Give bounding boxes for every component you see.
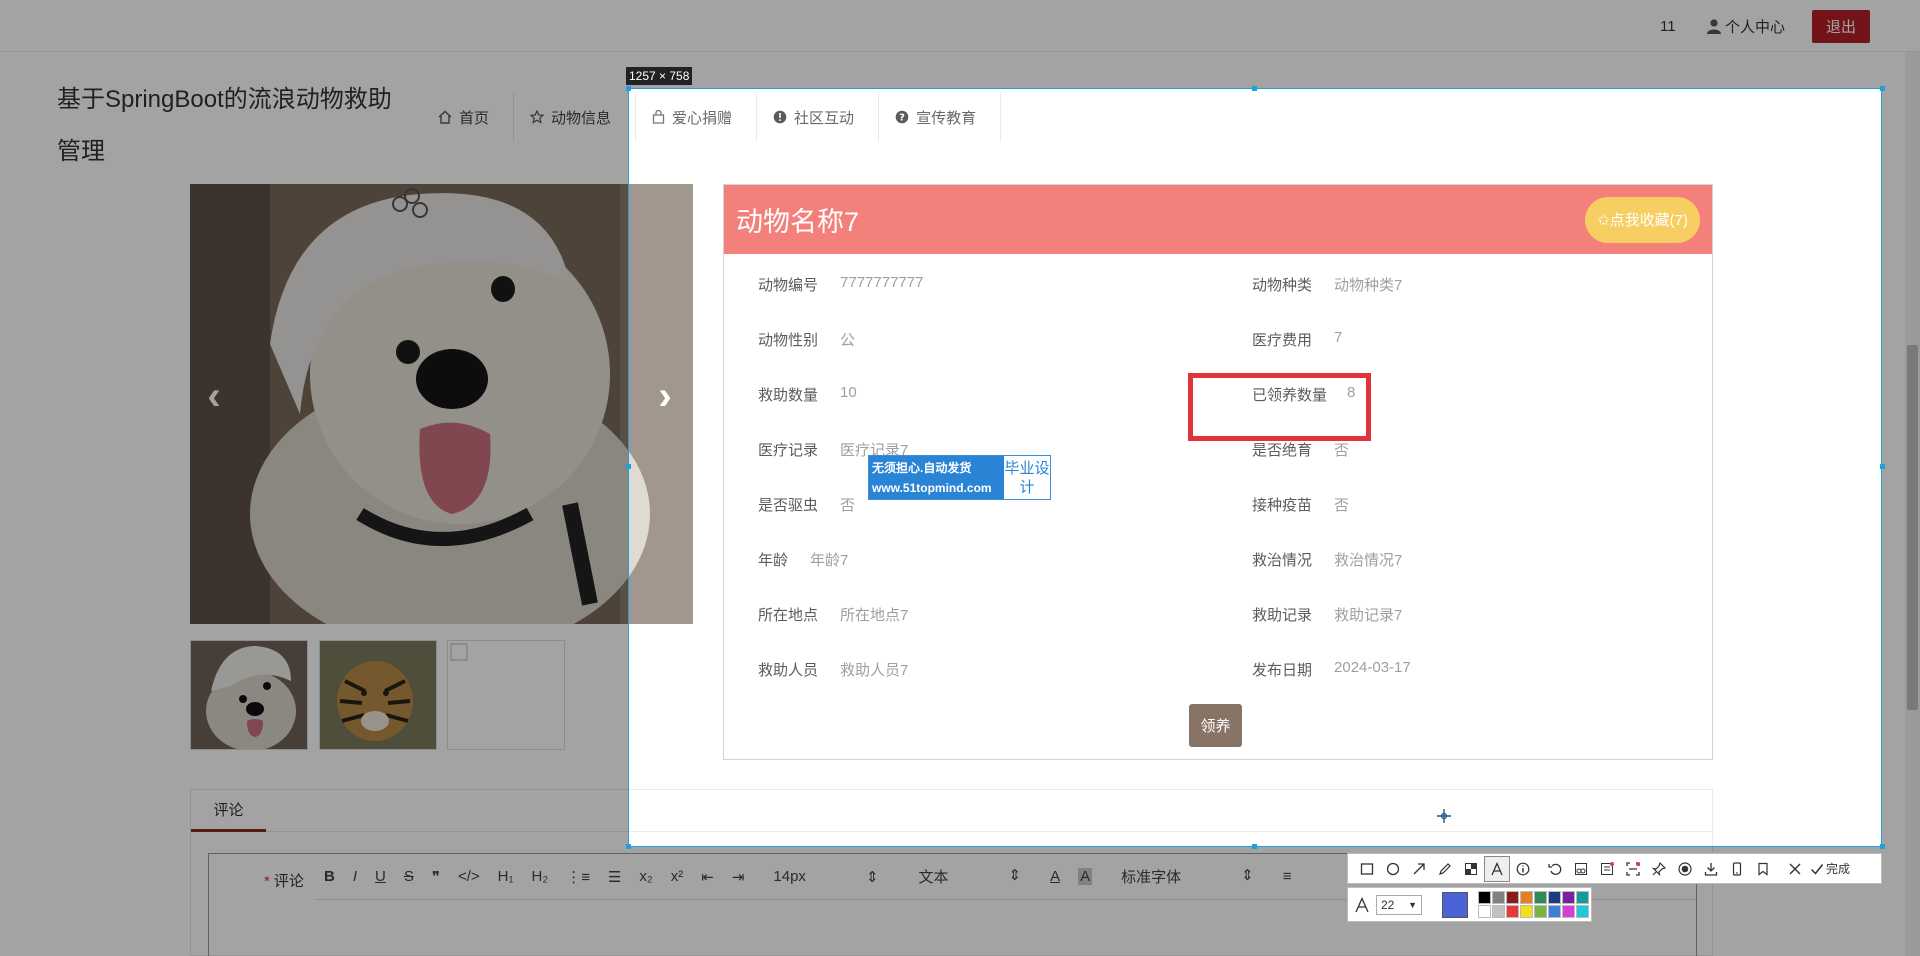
resize-handle-e[interactable] <box>1880 464 1885 469</box>
arrow-tool-button[interactable] <box>1406 856 1432 882</box>
color-swatch[interactable] <box>1576 905 1589 918</box>
color-swatch[interactable] <box>1520 905 1533 918</box>
color-swatch[interactable] <box>1548 891 1561 904</box>
resize-handle-nw[interactable] <box>626 86 631 91</box>
download-icon <box>1704 862 1718 876</box>
resize-handle-se[interactable] <box>1880 844 1885 849</box>
watermark-line2: www.51topmind.com <box>872 478 1001 498</box>
overlay-dim-left <box>0 88 628 847</box>
download-button[interactable] <box>1698 856 1724 882</box>
capture-selection-box[interactable] <box>628 88 1882 847</box>
done-label: 完成 <box>1826 860 1850 877</box>
phone-button[interactable] <box>1724 856 1750 882</box>
current-color-swatch[interactable] <box>1442 892 1468 918</box>
pen-icon <box>1438 862 1452 876</box>
bookmark-button[interactable] <box>1750 856 1776 882</box>
font-size-value: 22 <box>1381 898 1394 912</box>
scan-icon <box>1626 862 1640 876</box>
color-swatch[interactable] <box>1492 905 1505 918</box>
ocr-icon <box>1600 862 1614 876</box>
color-swatch[interactable] <box>1520 891 1533 904</box>
overlay-dim-right <box>1882 88 1920 847</box>
snip-toolbar: 完成 <box>1347 853 1882 884</box>
color-palette <box>1478 891 1589 918</box>
watermark-left: 无须担心.自动发货 www.51topmind.com <box>869 456 1004 499</box>
rectangle-icon <box>1360 862 1374 876</box>
color-swatch[interactable] <box>1492 891 1505 904</box>
color-swatch[interactable] <box>1548 905 1561 918</box>
ellipse-tool-button[interactable] <box>1380 856 1406 882</box>
ellipse-icon <box>1386 862 1400 876</box>
color-swatch[interactable] <box>1534 905 1547 918</box>
color-swatch[interactable] <box>1534 891 1547 904</box>
color-swatch[interactable] <box>1506 891 1519 904</box>
resize-handle-w[interactable] <box>626 464 631 469</box>
text-options-panel: 22 ▼ <box>1347 887 1592 922</box>
undo-icon <box>1548 862 1562 876</box>
pin-icon <box>1652 862 1666 876</box>
resize-handle-s[interactable] <box>1252 844 1257 849</box>
close-icon <box>1788 862 1802 876</box>
scissors-button[interactable] <box>1568 856 1594 882</box>
chevron-down-icon: ▼ <box>1408 900 1417 910</box>
color-swatch[interactable] <box>1562 891 1575 904</box>
crosshair-cursor-icon <box>1437 809 1451 823</box>
overlay-dim-top <box>0 0 1920 88</box>
phone-icon <box>1730 862 1744 876</box>
color-swatch[interactable] <box>1478 891 1491 904</box>
scissors-icon <box>1574 862 1588 876</box>
mosaic-tool-button[interactable] <box>1458 856 1484 882</box>
resize-handle-ne[interactable] <box>1880 86 1885 91</box>
annotation-rectangle[interactable] <box>1188 373 1371 441</box>
undo-button[interactable] <box>1542 856 1568 882</box>
record-icon <box>1678 862 1692 876</box>
rectangle-tool-button[interactable] <box>1354 856 1380 882</box>
mosaic-icon <box>1464 862 1478 876</box>
watermark-line1: 无须担心.自动发货 <box>872 458 1001 478</box>
text-tool-button[interactable] <box>1484 856 1510 882</box>
color-swatch[interactable] <box>1576 891 1589 904</box>
record-button[interactable] <box>1672 856 1698 882</box>
selection-size-label: 1257 × 758 <box>626 67 692 85</box>
pin-button[interactable] <box>1646 856 1672 882</box>
ocr-button[interactable] <box>1594 856 1620 882</box>
arrow-icon <box>1412 862 1426 876</box>
cancel-button[interactable] <box>1782 856 1808 882</box>
bookmark-icon <box>1756 862 1770 876</box>
watermark-right: 毕业设计 <box>1004 456 1050 499</box>
info-icon <box>1516 862 1530 876</box>
text-icon <box>1490 862 1504 876</box>
pen-tool-button[interactable] <box>1432 856 1458 882</box>
resize-handle-sw[interactable] <box>626 844 631 849</box>
color-swatch[interactable] <box>1506 905 1519 918</box>
scan-button[interactable] <box>1620 856 1646 882</box>
font-size-dropdown[interactable]: 22 ▼ <box>1376 895 1422 915</box>
done-button[interactable]: 完成 <box>1810 860 1850 877</box>
color-swatch[interactable] <box>1562 905 1575 918</box>
watermark-badge: 无须担心.自动发货 www.51topmind.com 毕业设计 <box>868 455 1051 500</box>
resize-handle-n[interactable] <box>1252 86 1257 91</box>
font-icon <box>1354 897 1370 913</box>
color-swatch[interactable] <box>1478 905 1491 918</box>
check-icon <box>1810 862 1824 876</box>
info-tool-button[interactable] <box>1510 856 1536 882</box>
